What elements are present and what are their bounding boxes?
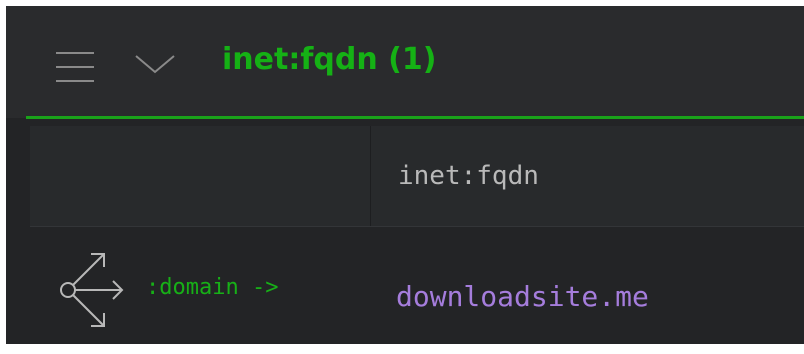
fqdn-value-link[interactable]: downloadsite.me (396, 280, 649, 314)
panel-title: inet:fqdn (1) (222, 42, 437, 77)
table-header-row: inet:fqdn (30, 126, 804, 226)
column-divider (370, 126, 371, 226)
chevron-down-icon[interactable] (134, 52, 176, 76)
column-header-inet-fqdn[interactable]: inet:fqdn (398, 160, 539, 192)
results-panel: inet:fqdn (1) inet:fqdn :domain -> downl… (6, 6, 804, 344)
relation-label[interactable]: :domain -> (146, 274, 278, 302)
hamburger-menu-icon[interactable] (56, 50, 94, 84)
accent-divider (26, 116, 804, 119)
panel-header: inet:fqdn (1) (6, 6, 804, 118)
pivot-arrows-icon[interactable] (58, 249, 126, 331)
table-row: :domain -> downloadsite.me (30, 227, 804, 344)
